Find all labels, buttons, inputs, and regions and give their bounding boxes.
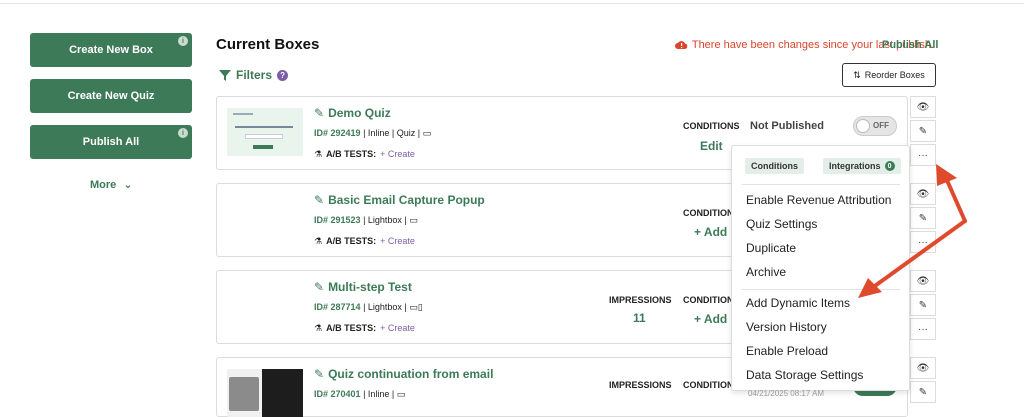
publish-all-label: Publish All: [82, 136, 140, 148]
reorder-label: Reorder Boxes: [864, 70, 925, 80]
status-text: Not Published: [750, 120, 824, 132]
box-meta: ID# 270401 | Inline | ▭: [314, 389, 405, 400]
integrations-chip[interactable]: Integrations 0: [823, 158, 901, 174]
edit-icon: ✎: [314, 193, 325, 207]
box-date: 04/21/2025 08:17 AM: [748, 389, 825, 398]
impressions-label: IMPRESSIONS: [609, 295, 672, 305]
menu-item-duplicate[interactable]: Duplicate: [746, 241, 796, 255]
pencil-icon[interactable]: ✎: [910, 207, 936, 229]
create-new-quiz-label: Create New Quiz: [67, 90, 155, 102]
box-meta: ID# 292419 | Inline | Quiz | ▭: [314, 128, 431, 139]
flask-icon: ⚗: [314, 323, 323, 333]
box-name-link[interactable]: ✎ Quiz continuation from email: [314, 367, 493, 381]
edit-icon: ✎: [314, 106, 325, 120]
chevron-down-icon: ⌄: [123, 179, 133, 191]
conditions-add-link[interactable]: + Add: [694, 312, 727, 326]
box-meta: ID# 287714 | Lightbox | ▭▯: [314, 302, 423, 313]
publish-all-link[interactable]: Publish All: [882, 39, 938, 51]
create-new-box-label: Create New Box: [69, 44, 153, 56]
impressions-label: IMPRESSIONS: [609, 380, 672, 390]
conditions-edit-link[interactable]: Edit: [700, 139, 723, 153]
box-thumbnail[interactable]: [227, 108, 303, 156]
more-icon[interactable]: ···: [910, 231, 936, 253]
pencil-icon[interactable]: ✎: [910, 381, 936, 403]
device-icon: ▭▯: [409, 302, 423, 312]
conditions-add-link[interactable]: + Add: [694, 225, 727, 239]
cloud-alert-icon: [674, 41, 688, 49]
menu-divider: [742, 289, 900, 290]
impressions-value: 11: [633, 311, 646, 325]
box-actions-menu: Conditions Integrations 0 Enable Revenue…: [731, 145, 910, 391]
pencil-icon[interactable]: ✎: [910, 120, 936, 142]
create-new-box-button[interactable]: Create New Box i: [30, 33, 192, 67]
conditions-label: CONDITIONS: [683, 121, 740, 131]
publish-all-button[interactable]: Publish All i: [30, 125, 192, 159]
box-id: ID# 292419: [314, 128, 361, 138]
conditions-label: CONDITION: [683, 380, 734, 390]
box-name-link[interactable]: ✎ Demo Quiz: [314, 106, 391, 120]
publish-toggle[interactable]: OFF: [853, 116, 897, 136]
ab-create-link[interactable]: + Create: [380, 149, 415, 160]
edit-icon: ✎: [314, 367, 325, 381]
ab-tests: ⚗ A/B TESTS: + Create: [314, 236, 415, 247]
toggle-text: OFF: [873, 121, 889, 130]
menu-item-archive[interactable]: Archive: [746, 265, 786, 279]
edit-icon: ✎: [314, 280, 325, 294]
menu-item-quiz-settings[interactable]: Quiz Settings: [746, 217, 817, 231]
help-icon[interactable]: ?: [277, 69, 289, 81]
menu-item-revenue-attribution[interactable]: Enable Revenue Attribution: [746, 193, 891, 207]
reorder-boxes-button[interactable]: ⇅ Reorder Boxes: [842, 63, 936, 87]
ab-tests: ⚗ A/B TESTS: + Create: [314, 323, 415, 334]
page-title: Current Boxes: [216, 36, 320, 53]
integrations-count: 0: [884, 161, 895, 171]
menu-divider: [742, 184, 900, 185]
box-id: ID# 291523: [314, 215, 361, 225]
pencil-icon[interactable]: ✎: [910, 294, 936, 316]
box-meta: ID# 291523 | Lightbox | ▭: [314, 215, 418, 226]
more-dropdown[interactable]: More ⌄: [90, 178, 133, 191]
create-new-quiz-button[interactable]: Create New Quiz: [30, 79, 192, 113]
conditions-label: CONDITION: [683, 295, 734, 305]
ab-create-link[interactable]: + Create: [380, 323, 415, 334]
box-name-link[interactable]: ✎ Multi-step Test: [314, 280, 412, 294]
menu-item-data-storage[interactable]: Data Storage Settings: [746, 368, 863, 382]
conditions-label: CONDITION: [683, 208, 734, 218]
device-icon: ▭: [422, 128, 432, 138]
eye-icon[interactable]: 👁: [910, 96, 936, 118]
box-type: | Lightbox |: [363, 215, 407, 225]
info-icon: i: [178, 128, 188, 138]
more-label: More: [90, 179, 117, 191]
flask-icon: ⚗: [314, 236, 323, 246]
box-name-link[interactable]: ✎ Basic Email Capture Popup: [314, 193, 485, 207]
menu-item-version-history[interactable]: Version History: [746, 320, 827, 334]
box-type: | Inline | Quiz |: [363, 128, 421, 138]
info-icon: i: [178, 36, 188, 46]
box-type: | Lightbox |: [363, 302, 407, 312]
eye-icon[interactable]: 👁: [910, 357, 936, 379]
top-border: [0, 0, 1024, 4]
menu-item-enable-preload[interactable]: Enable Preload: [746, 344, 828, 358]
box-id: ID# 287714: [314, 302, 361, 312]
filters-label: Filters: [236, 68, 273, 82]
flask-icon: ⚗: [314, 149, 323, 159]
toggle-knob: [856, 119, 870, 133]
menu-item-add-dynamic-items[interactable]: Add Dynamic Items: [746, 296, 850, 310]
eye-icon[interactable]: 👁: [910, 183, 936, 205]
more-icon[interactable]: ···: [910, 318, 936, 340]
box-thumbnail[interactable]: [227, 369, 303, 417]
conditions-chip[interactable]: Conditions: [745, 158, 804, 174]
ab-create-link[interactable]: + Create: [380, 236, 415, 247]
sort-icon: ⇅: [853, 69, 861, 80]
ab-tests: ⚗ A/B TESTS: + Create: [314, 149, 415, 160]
filters-toggle[interactable]: Filters ?: [219, 68, 289, 82]
filter-icon: [219, 69, 231, 81]
device-icon: ▭: [409, 215, 418, 225]
more-icon[interactable]: ···: [910, 144, 936, 166]
eye-icon[interactable]: 👁: [910, 270, 936, 292]
